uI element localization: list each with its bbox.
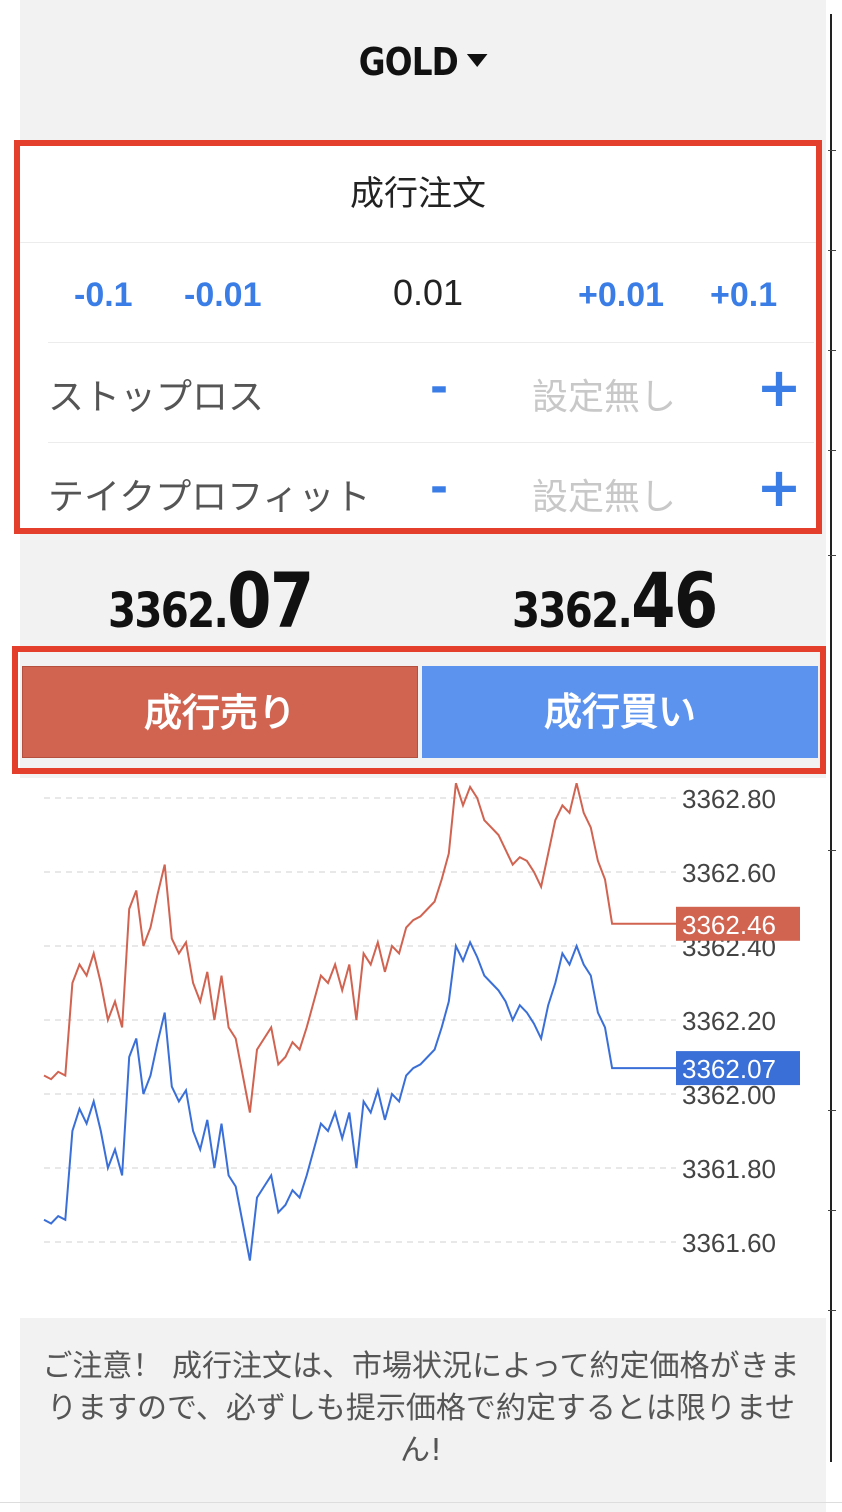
market-buy-button[interactable]: 成行買い	[422, 666, 818, 758]
stop-loss-value[interactable]: 設定無し	[532, 368, 676, 420]
bottom-divider	[0, 1502, 842, 1503]
background-tick	[828, 850, 836, 851]
background-tick	[828, 450, 836, 451]
background-tick	[828, 350, 836, 351]
caret-down-icon	[466, 54, 488, 67]
background-tick	[828, 1110, 836, 1111]
order-type-title: 成行注文	[20, 146, 816, 243]
stop-loss-minus-button[interactable]: -	[414, 362, 464, 413]
bid-price: 3362.07	[108, 556, 314, 645]
tick-chart-svg: 3362.803362.603362.403362.203362.003361.…	[43, 782, 800, 1261]
background-tick	[828, 1210, 836, 1211]
ask-price-main: 3362.	[512, 583, 633, 639]
take-profit-value[interactable]: 設定無し	[532, 468, 676, 520]
background-chart-axis	[830, 14, 832, 1462]
bid-price-main: 3362.	[108, 583, 229, 639]
lot-decrease-0.01-button[interactable]: -0.01	[184, 276, 262, 315]
ask-current-price-label: 3362.46	[682, 910, 776, 940]
lot-size-row: -0.1 -0.01 0.01 +0.01 +0.1	[48, 242, 814, 343]
take-profit-label: テイクプロフィット	[48, 477, 371, 518]
stop-loss-plus-button[interactable]: +	[754, 356, 804, 419]
bid-current-price-label: 3362.07	[682, 1054, 776, 1084]
y-tick-label: 3362.60	[682, 858, 776, 888]
stop-loss-label: ストップロス	[48, 377, 265, 418]
y-tick-label: 3361.80	[682, 1154, 776, 1184]
stop-loss-row: ストップロス - 設定無し +	[48, 342, 814, 443]
lot-increase-0.1-button[interactable]: +0.1	[710, 276, 777, 315]
take-profit-plus-button[interactable]: +	[754, 456, 804, 519]
background-tick	[828, 1310, 836, 1311]
background-tick	[828, 150, 836, 151]
lot-decrease-0.1-button[interactable]: -0.1	[74, 276, 133, 315]
symbol-name: GOLD	[358, 40, 459, 84]
background-tick	[828, 250, 836, 251]
market-order-notice: ご注意！ 成行注文は、市場状況によって約定価格がきまりますので、必ずしも提示価格…	[42, 1349, 800, 1468]
symbol-selector[interactable]: GOLD	[76, 40, 769, 84]
tick-chart: 3362.80 3362.60 3362.40 3362.20 3362.00 3361.…	[20, 778, 826, 1318]
background-tick	[828, 555, 836, 556]
take-profit-row: テイクプロフィット - 設定無し +	[48, 442, 814, 542]
background-chart-edge	[826, 0, 842, 1512]
ask-price-pips: 46	[631, 556, 718, 645]
market-sell-button[interactable]: 成行売り	[22, 666, 418, 758]
take-profit-minus-button[interactable]: -	[414, 462, 464, 513]
price-display: 3362.07 3362.46	[20, 556, 826, 646]
lot-size-value[interactable]: 0.01	[378, 272, 478, 314]
ask-price: 3362.46	[512, 556, 718, 645]
trade-buttons-section: 成行売り 成行買い	[12, 646, 826, 774]
y-tick-label: 3361.60	[682, 1228, 776, 1258]
market-order-section: 成行注文 -0.1 -0.01 0.01 +0.01 +0.1 ストップロス -…	[14, 140, 822, 534]
lot-increase-0.01-button[interactable]: +0.01	[578, 276, 664, 315]
y-tick-label: 3362.80	[682, 784, 776, 814]
bid-price-pips: 07	[227, 556, 314, 645]
y-tick-label: 3362.20	[682, 1006, 776, 1036]
